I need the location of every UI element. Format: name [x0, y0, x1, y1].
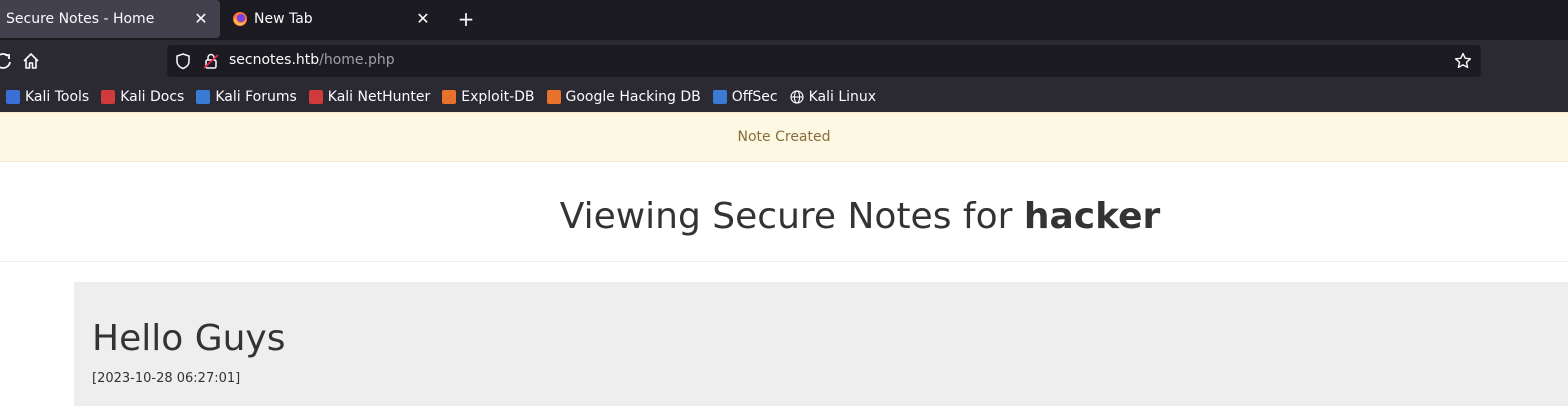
- lock-insecure-icon[interactable]: [202, 52, 220, 70]
- bookmark-kali-nethunter[interactable]: Kali NetHunter: [308, 89, 431, 105]
- page-title-username: hacker: [1023, 196, 1161, 237]
- bookmark-label: Kali Forums: [215, 89, 297, 105]
- url-host: secnotes.htb: [229, 52, 320, 68]
- bookmark-offsec[interactable]: OffSec: [712, 89, 778, 105]
- url-path: /home.php: [319, 52, 395, 68]
- navigation-bar: secnotes.htb/home.php: [0, 40, 1568, 82]
- kali-docs-icon: [101, 90, 116, 104]
- close-tab-icon[interactable]: ✕: [414, 10, 432, 28]
- reload-icon[interactable]: [0, 50, 14, 72]
- bookmark-kali-forums[interactable]: Kali Forums: [196, 89, 297, 105]
- home-icon[interactable]: [20, 50, 42, 72]
- firefox-icon: [233, 12, 247, 26]
- bookmarks-toolbar: Kali Tools Kali Docs Kali Forums Kali NetHu…: [0, 82, 1568, 112]
- bookmark-label: Kali Linux: [808, 89, 877, 105]
- url-text[interactable]: secnotes.htb/home.php: [229, 52, 395, 68]
- divider: [0, 261, 1568, 262]
- note-date: [2023-10-28 06:27:01]: [92, 371, 241, 386]
- close-tab-icon[interactable]: ✕: [192, 10, 210, 28]
- alert-message: Note Created: [737, 129, 831, 145]
- kali-nethunter-icon: [308, 90, 323, 104]
- google-hacking-db-icon: [546, 90, 561, 104]
- globe-icon: [790, 90, 804, 104]
- bookmark-label: Exploit-DB: [461, 89, 535, 105]
- bookmark-label: Kali NetHunter: [327, 89, 431, 105]
- bookmark-label: OffSec: [731, 89, 778, 105]
- exploit-db-icon: [442, 90, 457, 104]
- bookmark-kali-tools[interactable]: Kali Tools: [6, 89, 89, 105]
- new-tab-button[interactable]: +: [455, 8, 477, 30]
- tab-secure-notes-home[interactable]: Secure Notes - Home ✕: [0, 0, 220, 38]
- shield-icon[interactable]: [174, 52, 192, 70]
- bookmark-google-hacking-db[interactable]: Google Hacking DB: [546, 89, 701, 105]
- bookmark-label: Kali Docs: [120, 89, 185, 105]
- tab-new-tab[interactable]: New Tab ✕: [222, 0, 442, 38]
- tab-title: New Tab: [254, 11, 313, 27]
- bookmark-label: Google Hacking DB: [565, 89, 701, 105]
- bookmark-label: Kali Tools: [25, 89, 90, 105]
- tab-bar: Secure Notes - Home ✕ New Tab ✕ +: [0, 0, 1568, 40]
- url-bar[interactable]: secnotes.htb/home.php: [167, 45, 1481, 77]
- offsec-icon: [712, 90, 727, 104]
- bookmark-kali-linux[interactable]: Kali Linux: [790, 89, 876, 105]
- page-title: Viewing Secure Notes for hacker: [0, 196, 1568, 237]
- bookmark-exploit-db[interactable]: Exploit-DB: [442, 89, 535, 105]
- note-title: Hello Guys: [92, 318, 286, 359]
- tab-title: Secure Notes - Home: [6, 11, 155, 27]
- kali-tools-icon: [6, 90, 20, 104]
- page-title-prefix: Viewing Secure Notes for: [559, 196, 1024, 237]
- alert-note-created: Note Created: [0, 112, 1568, 162]
- page-content: Note Created Viewing Secure Notes for ha…: [0, 112, 1568, 412]
- kali-forums-icon: [196, 90, 211, 104]
- bookmark-kali-docs[interactable]: Kali Docs: [101, 89, 184, 105]
- note-card: Hello Guys [2023-10-28 06:27:01]: [74, 282, 1568, 406]
- bookmark-star-icon[interactable]: [1453, 51, 1473, 71]
